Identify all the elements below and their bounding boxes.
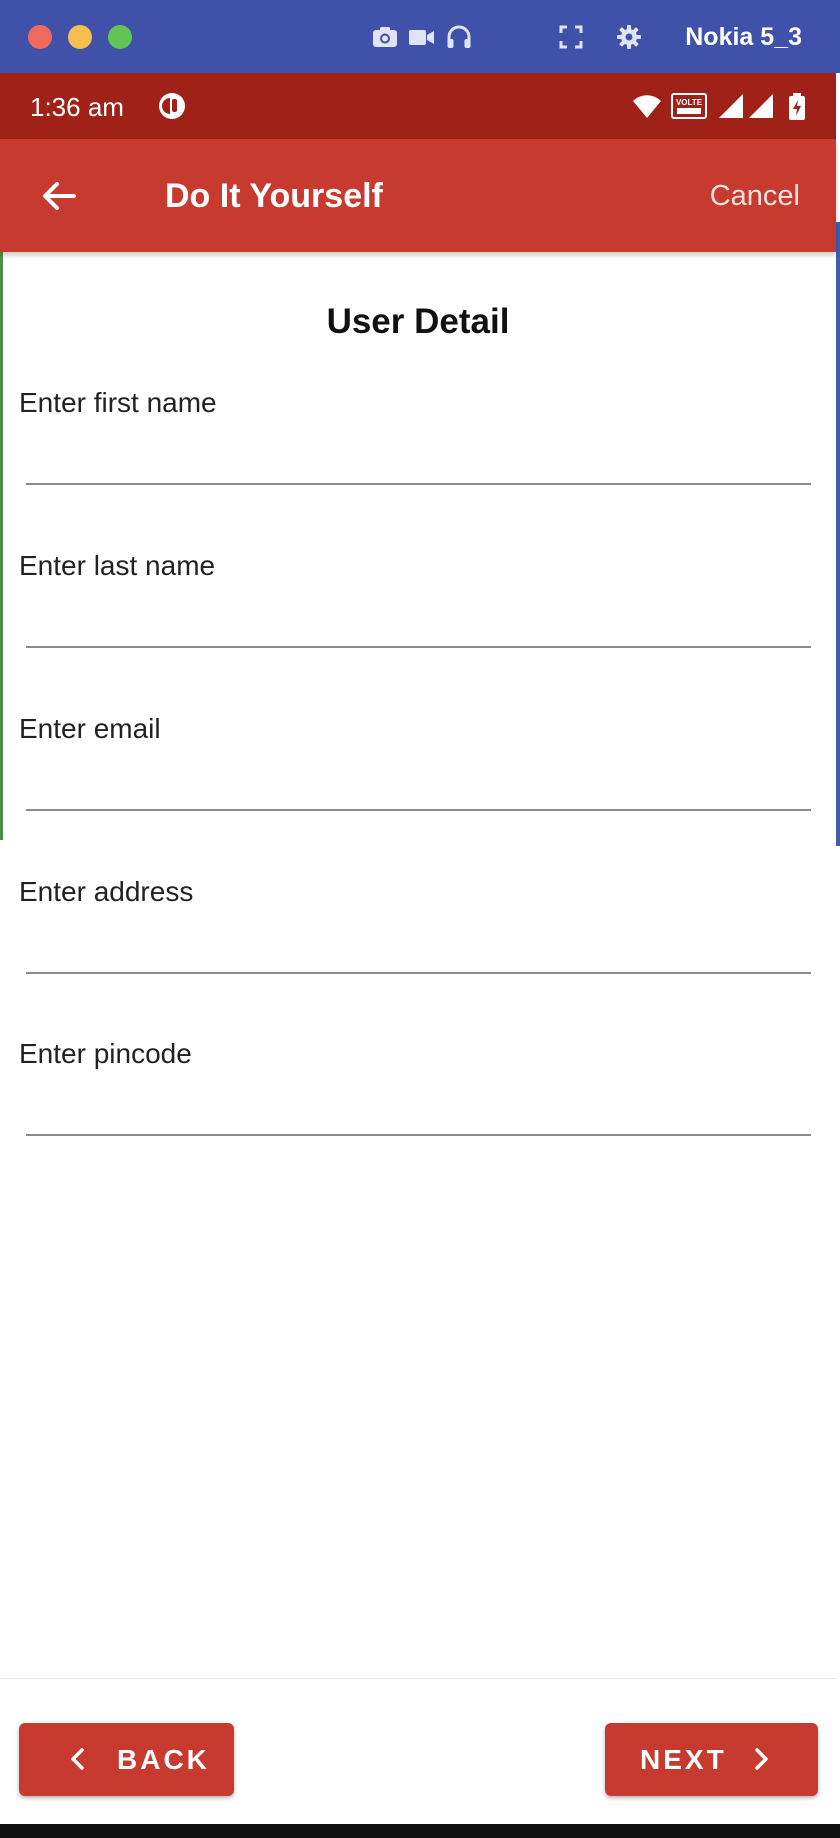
fullscreen-icon[interactable] [556,22,586,52]
input-underline [26,1134,811,1136]
input-underline [26,972,811,974]
last-name-field: Enter last name [0,546,836,686]
app-bar: Do It Yourself Cancel [0,139,836,252]
svg-text:VOLTE: VOLTE [676,98,703,107]
emulator-toolbar: Nokia 5_3 [0,0,840,73]
last-name-input[interactable] [26,596,811,642]
navigation-bar-edge [0,1824,840,1838]
field-label: Enter email [19,713,161,744]
emulator-window: Nokia 5_3 1:36 am VOLTE Do It Yourself C [0,0,840,1838]
input-underline [26,809,811,811]
footer-divider [0,1678,836,1679]
address-input[interactable] [26,922,811,968]
page-title: Do It Yourself [165,177,383,215]
window-close-button[interactable] [28,25,52,49]
input-underline [26,483,811,485]
battery-icon [788,93,806,121]
field-label: Enter last name [19,550,216,581]
video-icon[interactable] [406,22,436,52]
arrow-left-icon[interactable] [38,175,80,217]
address-field: Enter address [0,872,836,1012]
device-name: Nokia 5_3 [685,23,802,51]
cancel-button[interactable]: Cancel [710,175,800,217]
gear-icon[interactable] [614,22,644,52]
pincode-input[interactable] [26,1084,811,1130]
email-field: Enter email [0,709,836,849]
pincode-field: Enter pincode [0,1034,836,1174]
background-window-accent [836,222,840,846]
back-button[interactable]: BACK [19,1723,234,1796]
field-label: Enter pincode [19,1038,192,1069]
signal-icon [718,93,744,119]
first-name-input[interactable] [26,433,811,479]
headphones-icon[interactable] [444,22,474,52]
status-time: 1:36 am [30,92,124,122]
window-minimize-button[interactable] [68,25,92,49]
form-title: User Detail [326,302,510,341]
next-button[interactable]: NEXT [605,1723,818,1796]
field-label: Enter address [19,876,194,907]
first-name-field: Enter first name [0,383,836,523]
signal-icon [748,93,774,119]
app-notification-icon [157,91,187,121]
camera-icon[interactable] [370,22,400,52]
back-button-label: BACK [117,1744,210,1775]
email-input[interactable] [26,759,811,805]
window-maximize-button[interactable] [108,25,132,49]
field-label: Enter first name [19,387,217,418]
chevron-right-icon [747,1745,775,1773]
input-underline [26,646,811,648]
wifi-icon [632,93,662,119]
status-bar: 1:36 am VOLTE [0,73,836,139]
chevron-left-icon [64,1745,92,1773]
next-button-label: NEXT [640,1744,727,1775]
volte-icon: VOLTE [671,93,707,119]
